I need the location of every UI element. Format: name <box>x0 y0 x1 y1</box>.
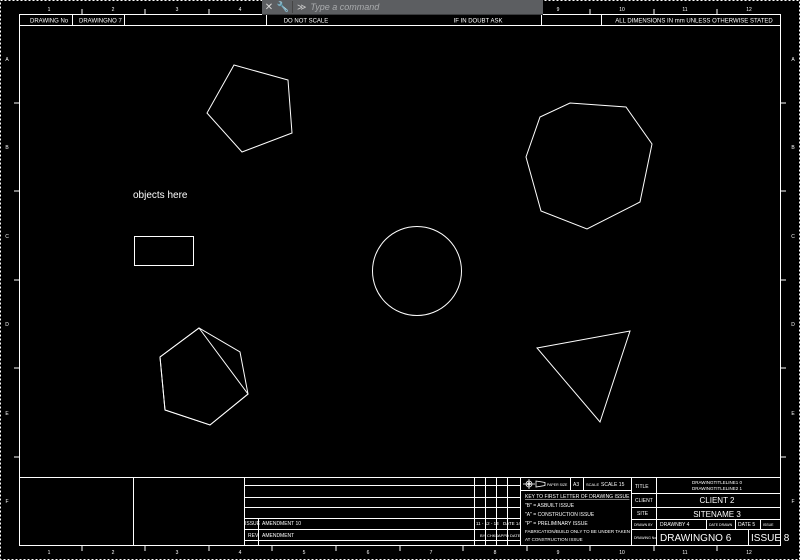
border-number: 3 <box>176 550 179 556</box>
hexagon-shape[interactable] <box>159 327 249 426</box>
objects-annotation[interactable]: objects here <box>133 190 188 201</box>
issue-label: ISSUE <box>245 521 261 527</box>
drawing-no-label: DRAWING No <box>30 19 69 25</box>
border-number: 11 <box>682 7 687 13</box>
wrench-icon[interactable]: 🔧 <box>276 0 290 14</box>
border-number: 2 <box>112 550 115 556</box>
paper-size-label: PAPER SIZE <box>547 483 568 487</box>
border-number: 11 <box>682 550 687 556</box>
command-prompt-icon: ≫ <box>297 1 307 12</box>
border-letter: F <box>791 499 794 505</box>
rev-amendment: AMENDMENT <box>262 533 294 539</box>
border-number: 12 <box>746 550 752 556</box>
client-value: CLIENT 2 <box>700 496 736 505</box>
by-column-label: BY <box>480 533 486 538</box>
issue-amendment: AMENDMENT 10 <box>262 521 301 527</box>
border-letter: B <box>5 145 9 151</box>
issue-small-label: ISSUE <box>763 523 774 527</box>
octagon-shape[interactable] <box>525 102 653 230</box>
border-number: 1 <box>48 7 51 13</box>
border-number: 12 <box>746 7 752 13</box>
border-number: 6 <box>367 550 370 556</box>
border-number: 8 <box>494 550 497 556</box>
toolbar-divider <box>292 1 293 13</box>
border-number: 2 <box>112 7 115 13</box>
drawing-frame <box>19 14 781 546</box>
rectangle-shape[interactable] <box>134 236 194 266</box>
border-letter: C <box>791 234 795 240</box>
border-letter: D <box>5 322 9 328</box>
scale-label: SCALE <box>586 482 599 487</box>
date-drawn-value: DATE 5 <box>738 522 755 528</box>
border-letter: A <box>791 57 795 63</box>
fabrication-note-line2: AT CONSTRUCTION ISSUE <box>525 537 583 542</box>
border-number: 1 <box>48 550 51 556</box>
border-letter: F <box>5 499 8 505</box>
header-strip: DRAWING No DRAWINGNO 7 DO NOT SCALE IF I… <box>20 15 780 26</box>
drawing-canvas[interactable]: 1 2 3 4 5 6 7 8 9 10 11 12 1 2 3 4 5 6 7… <box>0 0 800 560</box>
chkd-column-label: CHKD <box>487 533 498 538</box>
date-column-label: DATE <box>510 533 521 538</box>
border-number: 10 <box>619 7 625 13</box>
appd-column-label: APPD <box>498 533 509 538</box>
border-ticks <box>14 9 786 551</box>
triangle-shape[interactable] <box>536 330 631 424</box>
key-line-asbuilt: "B" = ASBUILT ISSUE <box>525 503 575 509</box>
drawn-by-label: DRAWN BY <box>634 523 653 527</box>
border-letter: C <box>5 234 9 240</box>
title-label: TITLE <box>635 484 649 490</box>
border-number: 4 <box>239 7 242 13</box>
circle-shape[interactable] <box>372 226 462 316</box>
key-line-preliminary: "P" = PRELIMINARY ISSUE <box>525 521 588 527</box>
if-in-doubt-note: IF IN DOUBT ASK <box>454 19 503 25</box>
client-label: CLIENT <box>635 498 653 504</box>
fabrication-note-line1: FABRICATION/BUILD ONLY TO BE UNDER TAKEN <box>525 529 630 534</box>
drawn-by-value: DRAWNBY 4 <box>660 522 690 528</box>
key-title: KEY TO FIRST LETTER OF DRAWING ISSUE <box>525 494 630 500</box>
key-line-construction: "A" = CONSTRUCTION ISSUE <box>525 512 595 518</box>
border-letter: A <box>5 57 9 63</box>
scale-value: SCALE 15 <box>601 482 625 488</box>
border-letter: E <box>791 411 795 417</box>
command-input[interactable] <box>306 2 511 12</box>
border-number: 9 <box>557 550 560 556</box>
title-line-2: DRAWINGTITLELINE2 1 <box>692 486 743 491</box>
border-letter: B <box>791 145 795 151</box>
border-number: 5 <box>303 550 306 556</box>
sheet-outer-border <box>0 0 800 560</box>
border-letter: D <box>791 322 795 328</box>
site-label: SITE <box>637 511 649 517</box>
pentagon-shape[interactable] <box>206 64 293 153</box>
revision-date: 11 - 12 - 13 <box>476 521 499 526</box>
drawing-number-value: DRAWINGNO 6 <box>660 533 732 544</box>
rev-label: REV <box>248 533 259 539</box>
do-not-scale-note: DO NOT SCALE <box>284 19 329 25</box>
border-number: 3 <box>176 7 179 13</box>
drawing-number-label: DRAWING No. <box>634 536 657 540</box>
site-value: SITENAME 3 <box>693 510 741 519</box>
dimensions-note: ALL DIMENSIONS IN mm UNLESS OTHERWISE ST… <box>615 19 773 25</box>
issue-value: ISSUE 8 <box>751 533 790 544</box>
command-line-bar[interactable]: ✕ 🔧 ≫ <box>262 0 543 15</box>
title-line-1: DRAWINGTITLELINE1 0 <box>692 480 743 485</box>
close-icon[interactable]: ✕ <box>262 0 276 14</box>
paper-size-value: A3 <box>573 482 579 488</box>
border-number: 4 <box>239 550 242 556</box>
border-number: 10 <box>619 550 625 556</box>
projection-symbol-icon <box>523 479 546 489</box>
date-drawn-label: DATE DRAWN <box>709 523 733 527</box>
border-letter: E <box>5 411 9 417</box>
border-number: 7 <box>430 550 433 556</box>
drawing-no-value: DRAWINGNO 7 <box>79 19 122 25</box>
border-number: 9 <box>557 7 560 13</box>
revision-date-extra: DATE 14 <box>503 521 521 526</box>
